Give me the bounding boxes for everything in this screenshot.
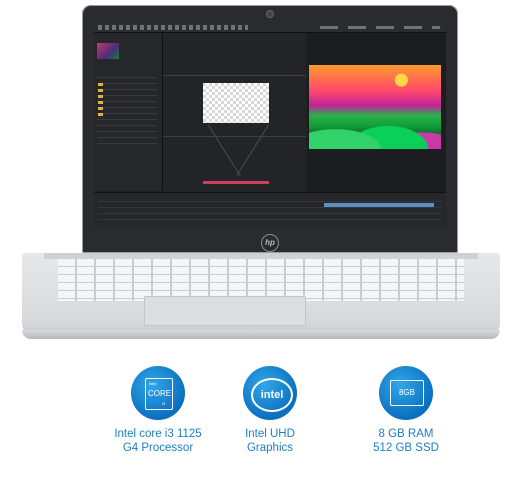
laptop-lid: hp [82,5,458,253]
project-panel [94,33,163,191]
memory-icon: 8GB [379,366,433,420]
feature-memory: 8GB 8 GB RAM 512 GB SSD [346,366,466,455]
badge-brand: intel [149,381,157,386]
timeline-panel [94,192,446,228]
preview-panel [307,33,446,191]
feature-line2: 512 GB SSD [373,442,439,454]
badge-main: 8GB [390,380,424,406]
feature-line1: Intel UHD [245,428,295,440]
feature-line2: G4 Processor [122,442,194,454]
badge-main: intel [251,378,293,412]
intel-uhd-icon: intel [243,366,297,420]
feature-line1: Intel core i3 1125 [114,428,202,440]
laptop-image: hp [0,0,522,345]
app-toolbar [94,23,446,33]
badge-main: CORE [148,389,172,398]
laptop-front-edge [22,330,500,339]
feature-line2: Graphics [246,442,294,454]
feature-line1: 8 GB RAM [378,428,434,440]
hp-logo-icon: hp [261,234,279,252]
laptop-screen [94,23,446,228]
composition-panel [163,33,306,191]
webcam-icon [267,11,273,17]
touchpad [144,296,306,326]
badge-sub: i3 [162,401,166,406]
feature-processor: intel CORE i3 Intel core i3 1125 G4 Proc… [98,366,218,455]
feature-graphics: intel Intel UHD Graphics [210,366,330,455]
keyboard [58,259,464,301]
intel-core-i3-icon: intel CORE i3 [131,366,185,420]
